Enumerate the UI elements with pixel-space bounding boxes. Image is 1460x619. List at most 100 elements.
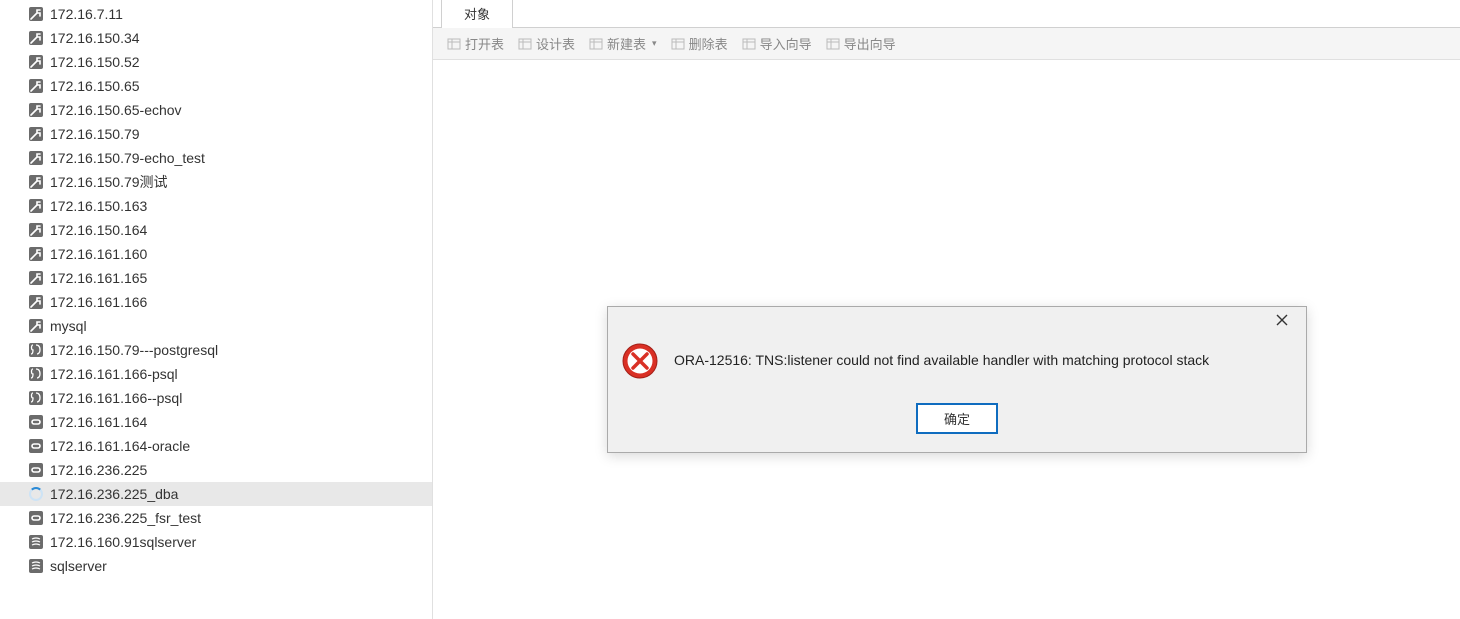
plug-icon (28, 198, 44, 214)
dialog-message: ORA-12516: TNS:listener could not find a… (674, 351, 1209, 371)
toolbar-label: 导入向导 (760, 34, 812, 53)
close-button[interactable] (1268, 313, 1296, 331)
table-icon (826, 37, 840, 51)
plug-icon (28, 78, 44, 94)
plug-icon (28, 102, 44, 118)
connection-label: sqlserver (50, 558, 107, 574)
toolbar-label: 导出向导 (844, 34, 896, 53)
close-icon (1276, 314, 1288, 326)
plug-icon (28, 318, 44, 334)
connection-label: 172.16.150.163 (50, 198, 147, 214)
connection-item[interactable]: 172.16.236.225_fsr_test (0, 506, 432, 530)
toolbar-export-wizard[interactable]: 导出向导 (820, 31, 902, 56)
connection-label: 172.16.150.79 (50, 126, 140, 142)
oracle-icon (28, 438, 44, 454)
plug-icon (28, 54, 44, 70)
connection-item[interactable]: 172.16.161.166-psql (0, 362, 432, 386)
connection-label: 172.16.7.11 (50, 6, 123, 22)
ok-button[interactable]: 确定 (916, 403, 998, 434)
dialog-body: ORA-12516: TNS:listener could not find a… (608, 337, 1306, 393)
connection-label: 172.16.161.164-oracle (50, 438, 190, 454)
sqlserver-icon (28, 534, 44, 550)
connection-item[interactable]: 172.16.150.79测试 (0, 170, 432, 194)
connection-item[interactable]: 172.16.150.79---postgresql (0, 338, 432, 362)
connection-label: 172.16.161.166-psql (50, 366, 178, 382)
plug-icon (28, 246, 44, 262)
dialog-titlebar (608, 307, 1306, 337)
toolbar-delete-table[interactable]: 删除表 (665, 31, 734, 56)
connection-item[interactable]: 172.16.161.166 (0, 290, 432, 314)
connection-label: 172.16.236.225_dba (50, 486, 178, 502)
connection-item[interactable]: 172.16.161.160 (0, 242, 432, 266)
connection-label: 172.16.161.164 (50, 414, 147, 430)
error-dialog: ORA-12516: TNS:listener could not find a… (607, 306, 1307, 453)
spinner-icon (28, 486, 44, 502)
connection-label: 172.16.160.91sqlserver (50, 534, 196, 550)
plug-icon (28, 222, 44, 238)
connection-item[interactable]: 172.16.150.52 (0, 50, 432, 74)
connection-label: 172.16.150.34 (50, 30, 140, 46)
connection-item[interactable]: 172.16.236.225_dba (0, 482, 432, 506)
connection-item[interactable]: 172.16.150.164 (0, 218, 432, 242)
error-icon (622, 343, 658, 379)
connection-label: 172.16.150.65-echov (50, 102, 182, 118)
tab-objects[interactable]: 对象 (441, 0, 513, 28)
connection-label: 172.16.150.65 (50, 78, 140, 94)
connection-label: 172.16.150.79---postgresql (50, 342, 218, 358)
tab-bar: 对象 (433, 0, 1460, 28)
dialog-footer: 确定 (608, 393, 1306, 452)
oracle-icon (28, 510, 44, 526)
table-icon (671, 37, 685, 51)
oracle-icon (28, 462, 44, 478)
connection-item[interactable]: 172.16.236.225 (0, 458, 432, 482)
connection-item[interactable]: sqlserver (0, 554, 432, 578)
connection-label: 172.16.161.166 (50, 294, 147, 310)
connection-label: 172.16.150.79-echo_test (50, 150, 205, 166)
toolbar-design-table[interactable]: 设计表 (512, 31, 581, 56)
toolbar-label: 设计表 (536, 34, 575, 53)
chevron-down-icon: ▾ (652, 38, 657, 49)
connection-label: 172.16.161.165 (50, 270, 147, 286)
sqlserver-icon (28, 558, 44, 574)
plug-icon (28, 174, 44, 190)
connection-item[interactable]: 172.16.150.79 (0, 122, 432, 146)
connection-item[interactable]: mysql (0, 314, 432, 338)
connection-item[interactable]: 172.16.150.163 (0, 194, 432, 218)
connections-sidebar: 172.16.7.11 172.16.150.34 172.16.150.52 172… (0, 0, 433, 619)
plug-icon (28, 126, 44, 142)
connection-item[interactable]: 172.16.160.91sqlserver (0, 530, 432, 554)
plug-icon (28, 270, 44, 286)
plug-icon (28, 6, 44, 22)
postgres-icon (28, 390, 44, 406)
table-icon (518, 37, 532, 51)
toolbar-label: 删除表 (689, 34, 728, 53)
connection-item[interactable]: 172.16.7.11 (0, 2, 432, 26)
toolbar: 打开表 设计表 新建表 ▾ 删除表 导入向导 导出向导 (433, 28, 1460, 60)
toolbar-import-wizard[interactable]: 导入向导 (736, 31, 818, 56)
connection-item[interactable]: 172.16.161.165 (0, 266, 432, 290)
toolbar-label: 打开表 (465, 34, 504, 53)
plug-icon (28, 30, 44, 46)
connection-label: mysql (50, 318, 87, 334)
plug-icon (28, 150, 44, 166)
postgres-icon (28, 342, 44, 358)
connection-item[interactable]: 172.16.150.65 (0, 74, 432, 98)
oracle-icon (28, 414, 44, 430)
toolbar-label: 新建表 (607, 34, 646, 53)
toolbar-new-table[interactable]: 新建表 ▾ (583, 31, 663, 56)
connection-label: 172.16.150.164 (50, 222, 147, 238)
connection-item[interactable]: 172.16.150.34 (0, 26, 432, 50)
table-icon (447, 37, 461, 51)
connection-item[interactable]: 172.16.150.79-echo_test (0, 146, 432, 170)
connection-item[interactable]: 172.16.161.164-oracle (0, 434, 432, 458)
postgres-icon (28, 366, 44, 382)
connection-item[interactable]: 172.16.161.166--psql (0, 386, 432, 410)
connection-label: 172.16.161.166--psql (50, 390, 182, 406)
connection-item[interactable]: 172.16.150.65-echov (0, 98, 432, 122)
connection-label: 172.16.236.225_fsr_test (50, 510, 201, 526)
connection-item[interactable]: 172.16.161.164 (0, 410, 432, 434)
connection-label: 172.16.161.160 (50, 246, 147, 262)
connection-label: 172.16.150.79测试 (50, 172, 168, 192)
toolbar-open-table[interactable]: 打开表 (441, 31, 510, 56)
table-icon (742, 37, 756, 51)
